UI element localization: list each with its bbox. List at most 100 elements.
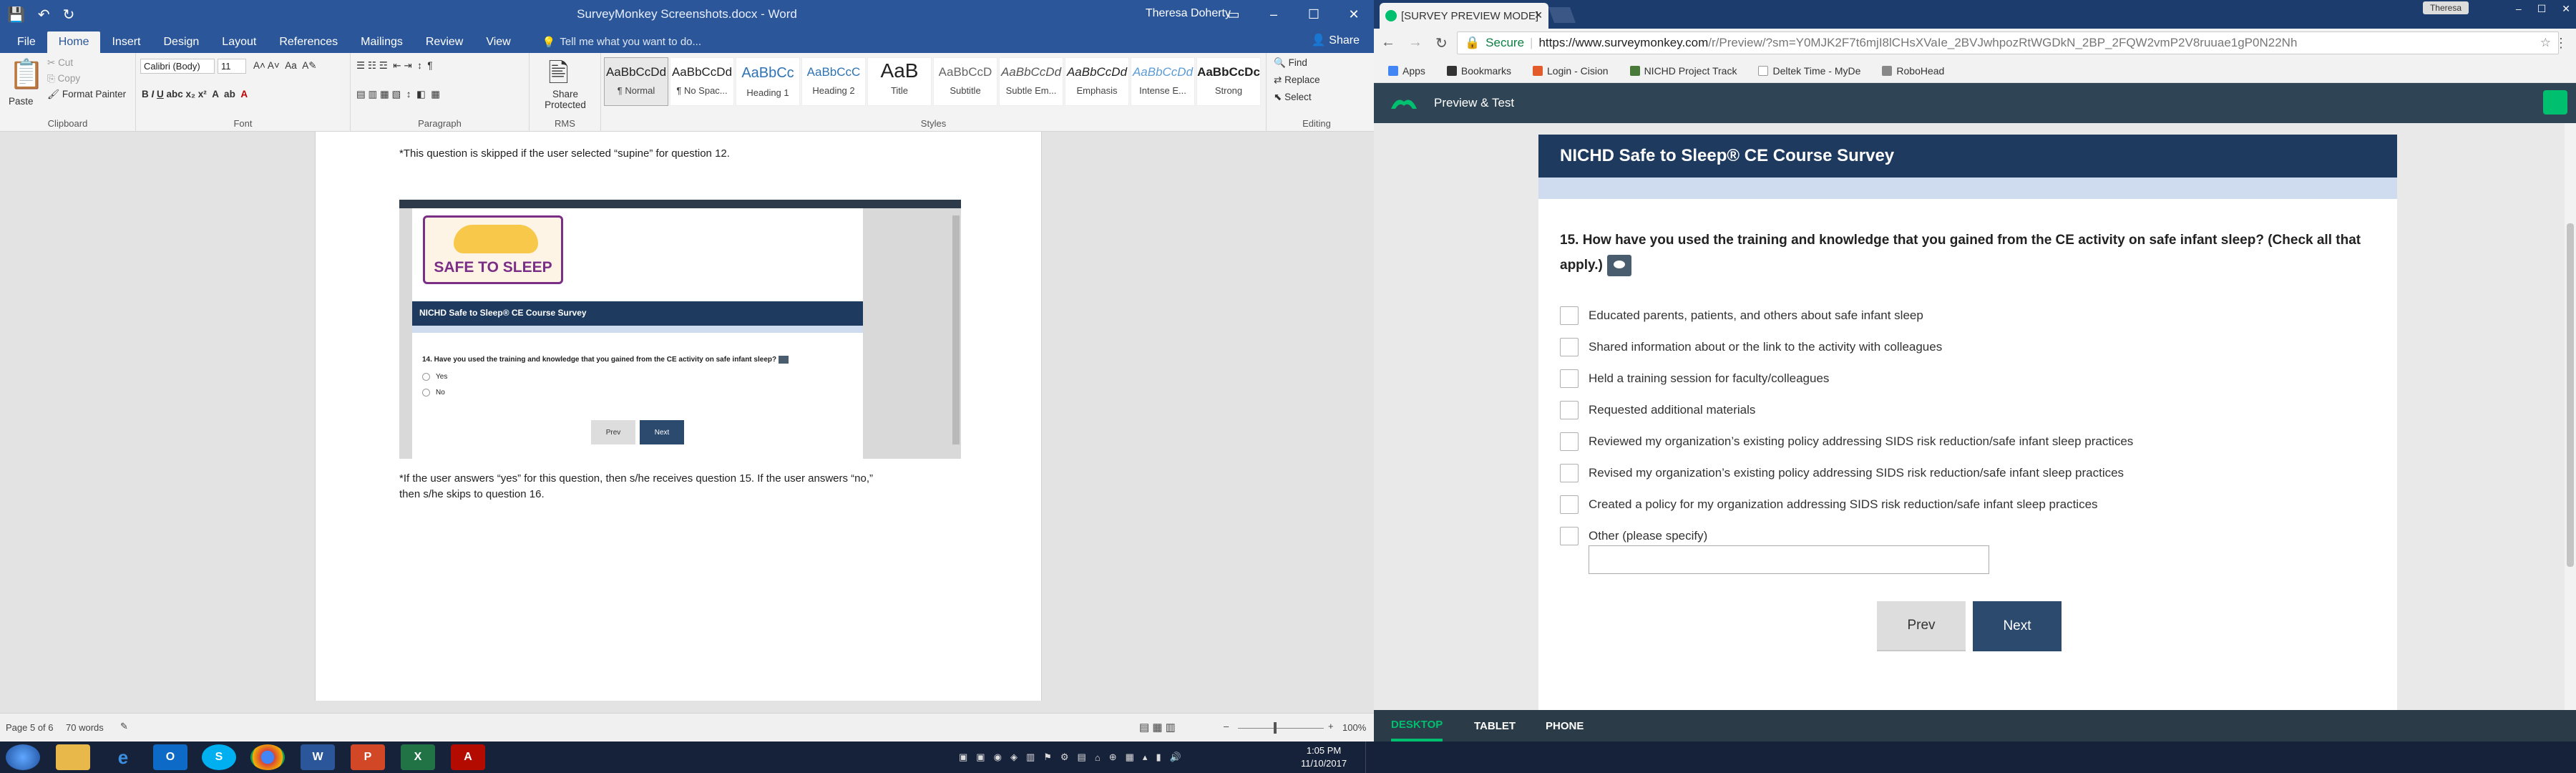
style-no-spacing[interactable]: AaBbCcDd ¶ No Spac...: [670, 57, 734, 106]
tell-me-box[interactable]: 💡 Tell me what you want to do...: [537, 31, 707, 53]
tray-icon[interactable]: ▴: [1143, 752, 1148, 763]
ribbon-display-icon[interactable]: ▭: [1214, 0, 1254, 29]
skype-icon[interactable]: S: [202, 744, 236, 770]
tray-icon[interactable]: ◈: [1010, 752, 1018, 763]
format-buttons[interactable]: B I U abc x₂ x² A ab A: [142, 89, 248, 99]
tray-icon[interactable]: ⌂: [1095, 752, 1101, 763]
option-held-training[interactable]: Held a training session for faculty/coll…: [1560, 368, 1829, 389]
page-count[interactable]: Page 5 of 6: [6, 722, 54, 733]
copy-button[interactable]: ⎘ Copy: [47, 73, 80, 84]
internet-explorer-icon[interactable]: e: [106, 744, 140, 770]
forward-icon[interactable]: →: [1408, 34, 1423, 52]
find-button[interactable]: 🔍 Find: [1274, 57, 1307, 69]
tab-file[interactable]: File: [6, 31, 47, 53]
comment-icon[interactable]: [1606, 254, 1631, 276]
tab-tablet[interactable]: TABLET: [1474, 710, 1516, 742]
excel-icon[interactable]: X: [401, 744, 435, 770]
surveymonkey-logo-icon[interactable]: [1388, 93, 1420, 113]
address-bar[interactable]: 🔒 Secure | https://www.surveymonkey.com/…: [1457, 31, 2559, 54]
zoom-level[interactable]: 100%: [1342, 722, 1366, 733]
bookmark-robohead[interactable]: RoboHead: [1882, 65, 1944, 77]
new-tab-button[interactable]: [1548, 7, 1576, 23]
zoom-out-icon[interactable]: –: [1224, 721, 1229, 731]
bookmark-deltek[interactable]: Deltek Time - MyDe: [1758, 65, 1860, 77]
tray-icon[interactable]: ⚑: [1043, 752, 1052, 763]
chrome-icon[interactable]: [250, 744, 285, 770]
paste-button[interactable]: Paste: [9, 96, 34, 107]
checkbox[interactable]: [1560, 338, 1579, 356]
view-buttons[interactable]: ▤ ▦ ▥: [1139, 721, 1176, 734]
option-reviewed-policy[interactable]: Reviewed my organization’s existing poli…: [1560, 431, 2133, 452]
checkbox[interactable]: [1560, 464, 1579, 482]
tray-icon[interactable]: ▣: [959, 752, 967, 763]
font-name-select[interactable]: Calibri (Body): [140, 59, 215, 74]
option-created-policy[interactable]: Created a policy for my organization add…: [1560, 494, 2098, 515]
checkbox[interactable]: [1560, 432, 1579, 451]
word-count[interactable]: 70 words: [66, 722, 104, 733]
chrome-menu-icon[interactable]: ⋮: [2555, 36, 2567, 51]
zoom-in-icon[interactable]: +: [1328, 721, 1334, 731]
back-icon[interactable]: ←: [1381, 34, 1395, 52]
tray-icon[interactable]: ⚙: [1060, 752, 1069, 763]
zoom-thumb[interactable]: [1274, 722, 1277, 734]
style-subtitle[interactable]: AaBbCcD Subtitle: [933, 57, 997, 106]
tab-insert[interactable]: Insert: [100, 31, 152, 53]
tray-icon[interactable]: ◉: [994, 752, 1002, 763]
option-shared-information[interactable]: Shared information about or the link to …: [1560, 336, 1942, 358]
align-buttons[interactable]: ▤ ▥ ▦ ▧ ↕ ◧ ▦: [356, 89, 440, 100]
format-painter-button[interactable]: 🖌 Format Painter: [47, 89, 126, 100]
share-button[interactable]: 👤 Share: [1312, 33, 1360, 47]
tab-review[interactable]: Review: [414, 31, 474, 53]
tray-icon[interactable]: ▤: [1078, 752, 1086, 763]
proofing-icon[interactable]: ✎: [120, 721, 128, 732]
bookmark-bookmarks[interactable]: Bookmarks: [1446, 65, 1511, 77]
volume-icon[interactable]: 🔊: [1170, 752, 1181, 763]
tray-icon[interactable]: ▦: [1126, 752, 1134, 763]
option-other[interactable]: Other (please specify): [1560, 525, 1707, 547]
show-desktop-button[interactable]: [1365, 742, 1371, 773]
scrollbar-thumb[interactable]: [2567, 223, 2574, 567]
start-button[interactable]: [6, 744, 40, 770]
acrobat-icon[interactable]: A: [451, 744, 485, 770]
checkbox[interactable]: [1560, 369, 1579, 388]
minimize-icon[interactable]: –: [1254, 0, 1294, 29]
minimize-icon[interactable]: –: [2516, 3, 2522, 15]
file-explorer-icon[interactable]: [56, 744, 90, 770]
tab-home[interactable]: Home: [47, 31, 101, 53]
font-size-buttons[interactable]: A˄ A˅ Aa A✎: [253, 60, 317, 72]
list-buttons[interactable]: ☰ ☷ ☲ ⇤ ⇥ ↕ ¶: [356, 60, 433, 72]
checkbox[interactable]: [1560, 306, 1579, 325]
embedded-screenshot[interactable]: SAFE TO SLEEP NICHD Safe to Sleep® CE Co…: [399, 200, 961, 459]
tab-mailings[interactable]: Mailings: [349, 31, 414, 53]
paste-icon[interactable]: 📋: [9, 57, 44, 91]
style-heading-2[interactable]: AaBbCcC Heading 2: [801, 57, 866, 106]
checkbox[interactable]: [1560, 401, 1579, 419]
bookmark-nichd-tracker[interactable]: NICHD Project Track: [1629, 65, 1737, 77]
option-educated-parents[interactable]: Educated parents, patients, and others a…: [1560, 305, 1923, 326]
tray-icon[interactable]: ⊕: [1109, 752, 1117, 763]
close-icon[interactable]: ✕: [1334, 0, 1374, 29]
close-icon[interactable]: ✕: [2562, 3, 2570, 15]
tab-layout[interactable]: Layout: [210, 31, 268, 53]
replace-button[interactable]: ⇄ Replace: [1274, 74, 1320, 86]
bookmark-apps[interactable]: Apps: [1388, 65, 1425, 77]
checkbox[interactable]: [1560, 495, 1579, 514]
chrome-profile-button[interactable]: Theresa: [2422, 1, 2469, 14]
option-requested-materials[interactable]: Requested additional materials: [1560, 399, 1755, 421]
tray-icon[interactable]: ▣: [976, 752, 985, 763]
chat-icon[interactable]: [2543, 90, 2567, 115]
page-scrollbar[interactable]: [2565, 123, 2576, 710]
select-button[interactable]: ⬉ Select: [1274, 92, 1312, 103]
browser-tab[interactable]: [SURVEY PREVIEW MODE] ✕: [1380, 3, 1548, 29]
powerpoint-icon[interactable]: P: [351, 744, 385, 770]
tab-phone[interactable]: PHONE: [1546, 710, 1584, 742]
bookmark-star-icon[interactable]: ☆: [2540, 36, 2551, 50]
tray-icon[interactable]: ▥: [1026, 752, 1035, 763]
clock[interactable]: 1:05 PM 11/10/2017: [1301, 744, 1347, 770]
tab-references[interactable]: References: [268, 31, 349, 53]
word-icon[interactable]: W: [301, 744, 335, 770]
option-revised-policy[interactable]: Revised my organization’s existing polic…: [1560, 462, 2124, 484]
maximize-icon[interactable]: ☐: [1294, 0, 1334, 29]
checkbox[interactable]: [1560, 527, 1579, 545]
style-emphasis[interactable]: AaBbCcDd Emphasis: [1065, 57, 1129, 106]
